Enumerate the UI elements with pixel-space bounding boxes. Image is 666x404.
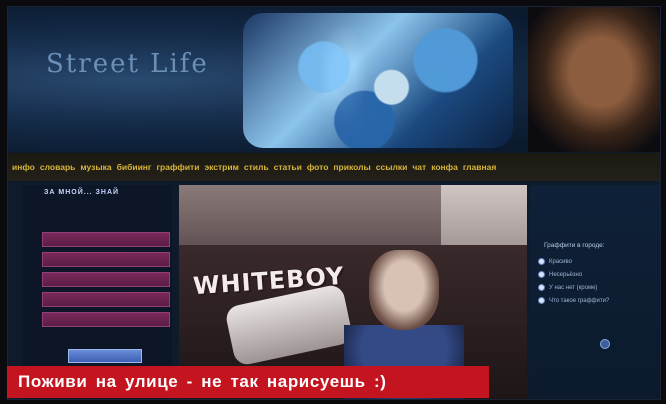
poll-option-label: У нас нет (кроме) — [549, 284, 598, 291]
poll-option[interactable]: Что такое граффити? — [538, 297, 609, 304]
nav-link-info[interactable]: инфо — [12, 162, 35, 172]
poll-vote-button[interactable] — [600, 339, 610, 349]
sidebar-menu-item[interactable] — [42, 272, 170, 287]
caption-banner: Поживи на улице - не так нарисуешь :) — [7, 366, 489, 398]
nav-link-bboying[interactable]: бибиинг — [117, 162, 152, 172]
nav-link-photo[interactable]: фото — [307, 162, 329, 172]
radio-icon[interactable] — [538, 284, 545, 291]
poll-option[interactable]: Красиво — [538, 258, 572, 265]
poll-option-label: Несерьёзно — [549, 271, 583, 278]
sidebar-menu-item[interactable] — [42, 312, 170, 327]
poll-option[interactable]: У нас нет (кроме) — [538, 284, 597, 291]
radio-icon[interactable] — [538, 258, 545, 265]
nav-link-extreme[interactable]: экстрим — [204, 162, 238, 172]
poll-option-label: Красиво — [549, 258, 572, 265]
nav-link-links[interactable]: ссылки — [376, 162, 408, 172]
nav-link-dictionary[interactable]: словарь — [40, 162, 75, 172]
nav-link-chat[interactable]: чат — [412, 162, 426, 172]
nav-link-graffiti[interactable]: граффити — [156, 162, 199, 172]
main-navigation: инфо словарь музыка бибиинг граффити экс… — [8, 153, 660, 181]
nav-link-style[interactable]: стиль — [244, 162, 269, 172]
poll-option-label: Что такое граффити? — [549, 297, 610, 304]
sidebar-menu-item[interactable] — [42, 292, 170, 307]
radio-icon[interactable] — [538, 297, 545, 304]
nav-link-articles[interactable]: статьи — [274, 162, 302, 172]
graffiti-art-image — [243, 13, 513, 148]
sidebar-menu-item[interactable] — [42, 252, 170, 267]
nav-link-jokes[interactable]: приколы — [333, 162, 370, 172]
sidebar-menu-item[interactable] — [42, 232, 170, 247]
website-screenshot: Street Life инфо словарь музыка бибиинг … — [7, 6, 661, 400]
caption-text: Поживи на улице - не так нарисуешь :) — [18, 372, 387, 391]
poll-title: Граффити в городе: — [544, 242, 605, 249]
poll-option[interactable]: Несерьёзно — [538, 271, 582, 278]
site-logo-text: Street Life — [46, 49, 209, 79]
nav-link-music[interactable]: музыка — [80, 162, 111, 172]
nav-link-home[interactable]: главная — [463, 162, 497, 172]
rapper-portrait-image — [528, 7, 660, 152]
sidebar-heading: ЗА МНОЙ... ЗНАЙ — [44, 189, 120, 196]
photo-figure-face — [369, 250, 439, 330]
nav-link-forum[interactable]: конфа — [431, 162, 458, 172]
sidebar-banner-button[interactable] — [68, 349, 142, 363]
site-header-banner: Street Life — [8, 7, 660, 152]
poll-sidebar: Граффити в городе: Красиво Несерьёзно У … — [530, 185, 660, 399]
radio-icon[interactable] — [538, 271, 545, 278]
